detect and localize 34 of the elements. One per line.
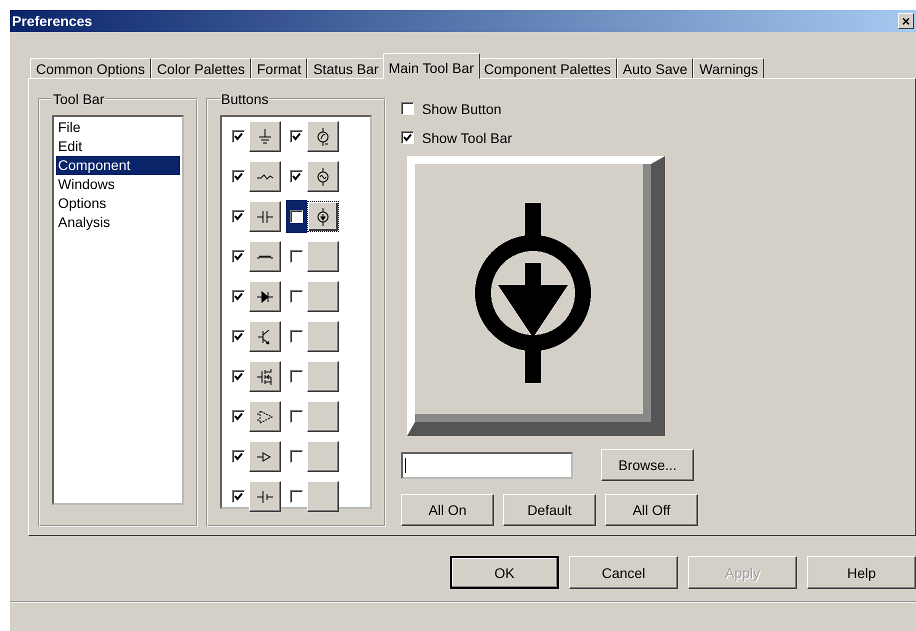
tab[interactable]: Format xyxy=(250,58,308,78)
tab[interactable]: Auto Save xyxy=(616,58,694,78)
list-item[interactable]: Component xyxy=(56,156,180,175)
wave-icon xyxy=(255,173,275,180)
inductor-icon xyxy=(255,253,275,260)
checkbox-label: Show Button xyxy=(422,100,502,116)
dialog-button[interactable]: Help xyxy=(807,556,916,589)
toggle-button[interactable]: Default xyxy=(503,494,596,526)
tab[interactable]: Component Palettes xyxy=(478,58,617,78)
group-title: Buttons xyxy=(220,91,270,107)
tab[interactable]: Color Palettes xyxy=(150,58,251,78)
list-item[interactable]: Edit xyxy=(56,137,180,156)
checkbox-label: Show Tool Bar xyxy=(422,130,512,146)
close-button[interactable]: × xyxy=(898,13,914,29)
checkbox[interactable] xyxy=(401,131,414,144)
checkbox[interactable] xyxy=(401,102,414,115)
group-title: Tool Bar xyxy=(52,91,106,107)
list-item[interactable]: Options xyxy=(56,194,180,213)
dialog-button[interactable]: OK xyxy=(450,556,559,589)
tab[interactable]: Status Bar xyxy=(307,58,385,78)
tab[interactable]: Main Tool Bar xyxy=(382,53,480,79)
toggle-button[interactable]: All Off xyxy=(605,494,698,526)
tool-button[interactable] xyxy=(307,201,339,232)
dialog-button[interactable]: Cancel xyxy=(569,556,678,589)
checkbox[interactable] xyxy=(290,210,303,223)
window-title: Preferences xyxy=(12,13,92,29)
list-item[interactable]: File xyxy=(56,118,180,137)
tab[interactable]: Warnings xyxy=(693,58,764,78)
tab[interactable]: Common Options xyxy=(30,58,151,78)
toggle-button[interactable]: All On xyxy=(401,494,494,526)
list-item[interactable]: Windows xyxy=(56,175,180,194)
browse-button[interactable]: Browse... xyxy=(601,449,694,481)
input-field[interactable] xyxy=(401,452,573,478)
list-item[interactable]: Analysis xyxy=(56,213,180,232)
